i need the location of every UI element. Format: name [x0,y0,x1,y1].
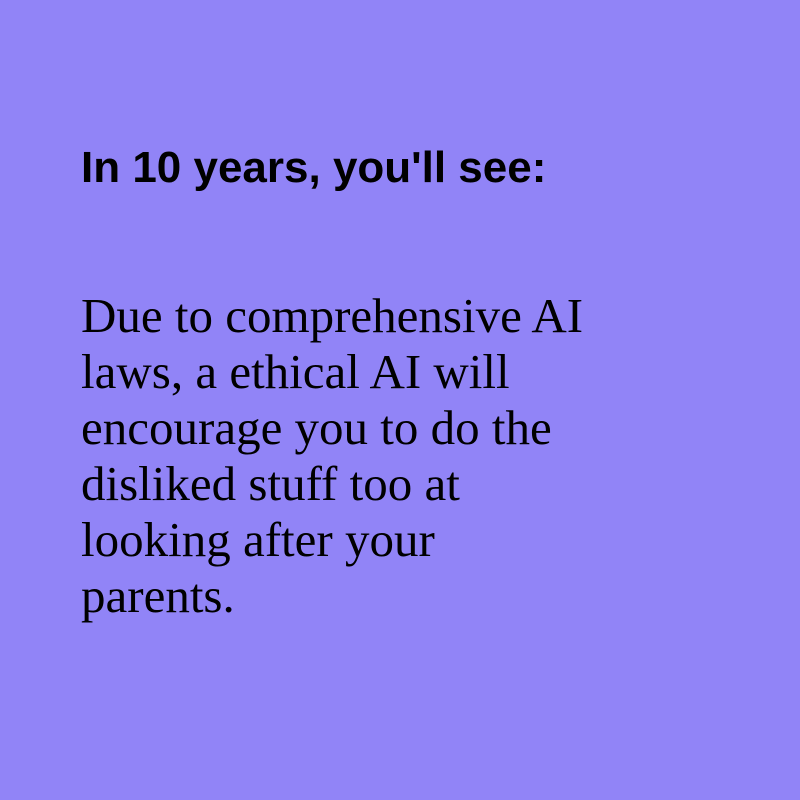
body-line: Due to comprehensive AI [81,288,584,343]
body-line: laws, a ethical AI will [81,344,510,399]
headline: In 10 years, you'll see: [81,143,547,192]
body-line: encourage you to do the [81,400,552,455]
body-line: looking after your [81,512,435,567]
body-paragraph: Due to comprehensive AI laws, a ethical … [81,288,721,624]
body-line: disliked stuff too at [81,456,460,511]
body-line: parents. [81,568,235,623]
post-card: In 10 years, you'll see: Due to comprehe… [0,0,800,800]
